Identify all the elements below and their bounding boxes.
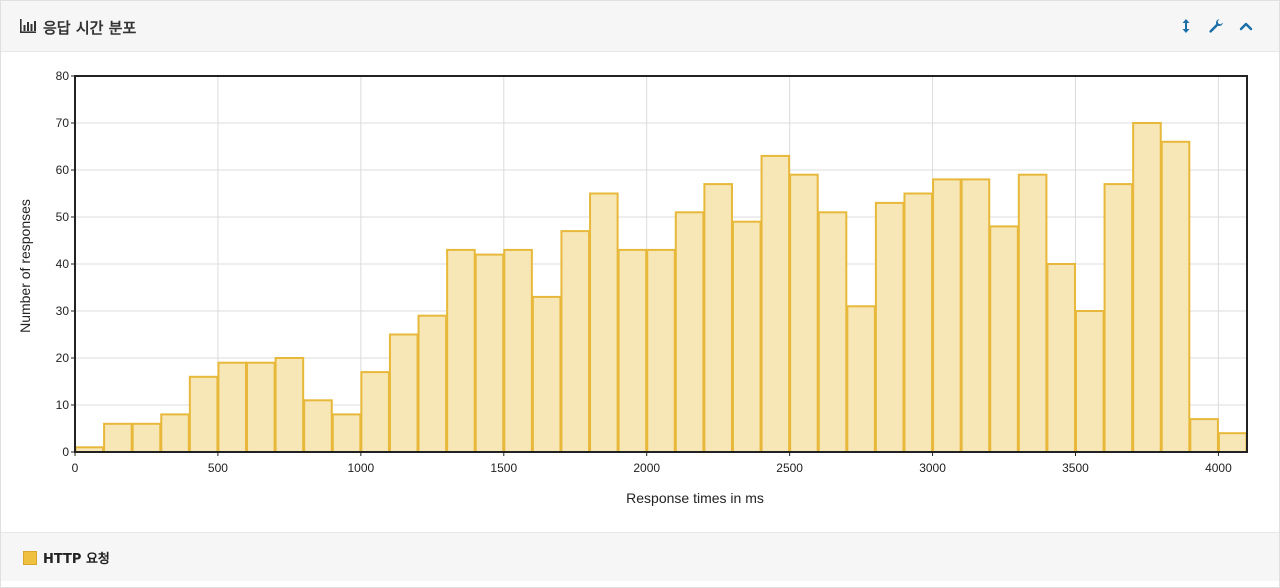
histogram-bar [617, 248, 648, 453]
histogram-bar [646, 248, 676, 453]
histogram-bar [474, 253, 505, 453]
x-tick-label: 0 [72, 461, 79, 475]
histogram-bar [760, 154, 791, 454]
y-tick-label: 10 [56, 398, 70, 412]
histogram-bar [1217, 432, 1248, 454]
x-tick-label: 500 [208, 461, 228, 475]
histogram-bar [303, 399, 333, 453]
histogram-bar [960, 178, 991, 454]
histogram-bar [274, 357, 305, 453]
histogram-bar [846, 305, 876, 453]
panel-title: 응답 시간 분포 [43, 19, 137, 37]
resize-vertical-icon[interactable] [1177, 17, 1195, 35]
x-tick-label: 3000 [919, 461, 946, 475]
legend-item-http-requests[interactable]: HTTP 요청 [23, 548, 110, 567]
histogram-bar [560, 230, 591, 453]
y-tick-label: 30 [56, 304, 70, 318]
x-tick-label: 3500 [1062, 461, 1089, 475]
x-tick-label: 2500 [776, 461, 803, 475]
y-tick-label: 20 [56, 351, 70, 365]
panel-header: 응답 시간 분포 [1, 1, 1279, 52]
histogram-bar [1189, 418, 1219, 454]
histogram-bar [817, 211, 848, 453]
histogram-bar [188, 375, 219, 453]
histogram-bar [217, 361, 248, 454]
panel-tools [1177, 17, 1255, 35]
legend-swatch [23, 550, 37, 565]
y-axis-label: Number of responses [17, 199, 33, 333]
collapse-icon[interactable] [1237, 17, 1255, 35]
histogram-bar [131, 422, 162, 453]
histogram-bar [446, 248, 476, 453]
y-tick-label: 50 [56, 210, 70, 224]
histogram-bar [1103, 183, 1134, 453]
histogram-bar [789, 173, 819, 453]
histogram-bar [503, 248, 533, 453]
y-tick-label: 70 [56, 116, 70, 130]
histogram-bar [589, 192, 619, 453]
histogram-bar [731, 220, 762, 453]
histogram-chart: 0 10 20 30 40 50 60 70 80 0 500 1000 1500 2000 2500 300… [17, 69, 1248, 506]
histogram-bar [1132, 122, 1162, 453]
histogram-bar [531, 295, 562, 453]
histogram-bar [1017, 173, 1048, 453]
y-tick-label: 80 [56, 69, 70, 83]
histogram-bar [331, 413, 362, 453]
x-tick-label: 1500 [490, 461, 517, 475]
histogram-bar [160, 413, 190, 453]
x-tick-label: 2000 [633, 461, 660, 475]
histogram-bar [246, 361, 276, 454]
response-time-distribution-panel: 응답 시간 분포 0 10 20 30 40 50 60 70 80 0 500 1000 1500 20… [0, 0, 1280, 588]
histogram-bar [103, 422, 133, 453]
histogram-bar [932, 178, 962, 454]
histogram-bar [703, 183, 733, 453]
histogram-bar [1160, 140, 1191, 454]
x-tick-label: 1000 [348, 461, 375, 475]
panel-title-wrap: 응답 시간 분포 [19, 17, 136, 38]
y-tick-label: 0 [62, 445, 69, 459]
histogram-bar [360, 371, 390, 454]
histogram-bar [1074, 310, 1105, 453]
histogram-bar [874, 201, 905, 453]
bar-chart-icon [19, 18, 37, 38]
y-tick-label: 60 [56, 163, 70, 177]
histogram-bar [1046, 263, 1076, 453]
histogram-bar [388, 333, 419, 453]
histogram-bar [674, 211, 705, 453]
chart-area: 0 10 20 30 40 50 60 70 80 0 500 1000 1500 2000 2500 300… [1, 52, 1279, 532]
histogram-bar [417, 314, 448, 454]
x-axis-label: Response times in ms [626, 490, 764, 506]
wrench-icon[interactable] [1207, 17, 1225, 35]
histogram-bar [903, 192, 934, 453]
histogram-bar [989, 225, 1019, 453]
x-tick-label: 4000 [1205, 461, 1232, 475]
legend-bar: HTTP 요청 [1, 532, 1279, 581]
y-tick-label: 40 [56, 257, 70, 271]
legend-label: HTTP 요청 [43, 552, 110, 567]
